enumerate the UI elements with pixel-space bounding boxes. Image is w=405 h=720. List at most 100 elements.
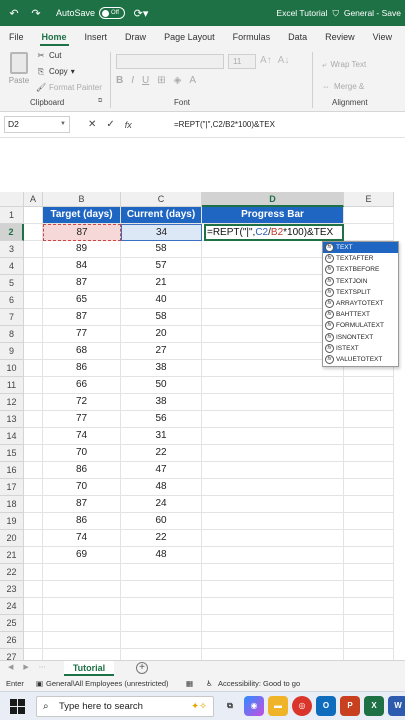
cell-b6[interactable]: 65 xyxy=(43,292,121,309)
cell-e22[interactable] xyxy=(344,564,394,581)
tab-review[interactable]: Review xyxy=(316,32,364,46)
cell-e26[interactable] xyxy=(344,632,394,649)
cell-b24[interactable] xyxy=(43,598,121,615)
row-header-9[interactable]: 9 xyxy=(0,343,24,360)
cell-b23[interactable] xyxy=(43,581,121,598)
sheet-tab-tutorial[interactable]: Tutorial xyxy=(64,661,114,676)
cell-a19[interactable] xyxy=(24,513,43,530)
row-header-20[interactable]: 20 xyxy=(0,530,24,547)
row-header-11[interactable]: 11 xyxy=(0,377,24,394)
prev-sheet-icon[interactable]: ◀ xyxy=(8,663,13,671)
autocomplete-item-bahttext[interactable]: fx BAHTTEXT xyxy=(323,309,398,320)
sensitivity-label[interactable]: General - Save xyxy=(344,8,401,18)
cell-b2[interactable]: 87 xyxy=(43,224,121,241)
cell-e12[interactable] xyxy=(344,394,394,411)
cell-a6[interactable] xyxy=(24,292,43,309)
fill-color-icon[interactable]: ◈ xyxy=(174,75,182,86)
cell-d17[interactable] xyxy=(202,479,344,496)
cell-b22[interactable] xyxy=(43,564,121,581)
cell-c7[interactable]: 58 xyxy=(121,309,202,326)
cell-a26[interactable] xyxy=(24,632,43,649)
row-header-26[interactable]: 26 xyxy=(0,632,24,649)
autocomplete-item-text[interactable]: fx TEXT xyxy=(323,242,398,254)
cell-d25[interactable] xyxy=(202,615,344,632)
cell-b14[interactable]: 74 xyxy=(43,428,121,445)
cell-d18[interactable] xyxy=(202,496,344,513)
row-header-13[interactable]: 13 xyxy=(0,411,24,428)
undo-icon[interactable]: ↶ xyxy=(6,5,22,21)
cell-a8[interactable] xyxy=(24,326,43,343)
task-view-icon[interactable]: ⧉ xyxy=(220,696,240,716)
cell-c24[interactable] xyxy=(121,598,202,615)
cell-c17[interactable]: 48 xyxy=(121,479,202,496)
tab-file[interactable]: File xyxy=(0,32,33,46)
cell-c4[interactable]: 57 xyxy=(121,258,202,275)
cell-c12[interactable]: 38 xyxy=(121,394,202,411)
cell-e14[interactable] xyxy=(344,428,394,445)
cell-d1[interactable]: Progress Bar xyxy=(202,207,344,224)
cell-a24[interactable] xyxy=(24,598,43,615)
add-sheet-button[interactable]: + xyxy=(136,662,148,674)
cell-a17[interactable] xyxy=(24,479,43,496)
autocomplete-item-valuetotext[interactable]: fx VALUETOTEXT xyxy=(323,354,398,365)
cell-d21[interactable] xyxy=(202,547,344,564)
cell-d15[interactable] xyxy=(202,445,344,462)
cell-c21[interactable]: 48 xyxy=(121,547,202,564)
cell-a23[interactable] xyxy=(24,581,43,598)
increase-font-icon[interactable]: A↑ xyxy=(260,55,272,66)
formula-input[interactable]: =REPT("|",C2/B2*100)&TEX xyxy=(174,116,275,133)
tab-page-layout[interactable]: Page Layout xyxy=(155,32,224,46)
cell-c2[interactable]: 34 xyxy=(121,224,202,241)
redo-icon[interactable]: ↷ xyxy=(28,5,44,21)
cell-a18[interactable] xyxy=(24,496,43,513)
cell-b12[interactable]: 72 xyxy=(43,394,121,411)
cell-b7[interactable]: 87 xyxy=(43,309,121,326)
row-header-23[interactable]: 23 xyxy=(0,581,24,598)
row-header-15[interactable]: 15 xyxy=(0,445,24,462)
row-header-24[interactable]: 24 xyxy=(0,598,24,615)
autocomplete-item-formulatext[interactable]: fx FORMULATEXT xyxy=(323,320,398,331)
cell-e24[interactable] xyxy=(344,598,394,615)
cell-c11[interactable]: 50 xyxy=(121,377,202,394)
cell-e17[interactable] xyxy=(344,479,394,496)
cell-e2[interactable] xyxy=(344,224,394,241)
sensitivity-status[interactable]: General\All Employees (unrestricted) xyxy=(46,679,169,688)
cell-e21[interactable] xyxy=(344,547,394,564)
cell-a10[interactable] xyxy=(24,360,43,377)
cell-a9[interactable] xyxy=(24,343,43,360)
row-header-6[interactable]: 6 xyxy=(0,292,24,309)
cell-e15[interactable] xyxy=(344,445,394,462)
row-header-17[interactable]: 17 xyxy=(0,479,24,496)
cell-e1[interactable] xyxy=(344,207,394,224)
row-header-7[interactable]: 7 xyxy=(0,309,24,326)
border-icon[interactable]: ⊞ xyxy=(157,75,165,86)
cell-a21[interactable] xyxy=(24,547,43,564)
cell-e20[interactable] xyxy=(344,530,394,547)
wrap-text-button[interactable]: ⤶ Wrap Text xyxy=(322,54,366,76)
tab-insert[interactable]: Insert xyxy=(76,32,117,46)
cell-b4[interactable]: 84 xyxy=(43,258,121,275)
cell-a14[interactable] xyxy=(24,428,43,445)
underline-icon[interactable]: U xyxy=(142,75,149,86)
cell-c20[interactable]: 22 xyxy=(121,530,202,547)
autocomplete-item-istext[interactable]: fx ISTEXT xyxy=(323,343,398,354)
cell-e25[interactable] xyxy=(344,615,394,632)
autocomplete-item-textbefore[interactable]: fx TEXTBEFORE xyxy=(323,264,398,275)
cell-b3[interactable]: 89 xyxy=(43,241,121,258)
cell-c9[interactable]: 27 xyxy=(121,343,202,360)
row-header-1[interactable]: 1 xyxy=(0,207,24,224)
font-name-select[interactable] xyxy=(116,54,224,69)
cell-c14[interactable]: 31 xyxy=(121,428,202,445)
font-size-select[interactable]: 11 xyxy=(228,54,256,69)
windows-start-icon[interactable] xyxy=(10,699,25,714)
cell-a25[interactable] xyxy=(24,615,43,632)
row-header-8[interactable]: 8 xyxy=(0,326,24,343)
cell-a7[interactable] xyxy=(24,309,43,326)
row-header-18[interactable]: 18 xyxy=(0,496,24,513)
format-painter-button[interactable]: 🖌 Format Painter xyxy=(36,80,102,96)
row-header-3[interactable]: 3 xyxy=(0,241,24,258)
cell-c23[interactable] xyxy=(121,581,202,598)
cell-c8[interactable]: 20 xyxy=(121,326,202,343)
cell-c1[interactable]: Current (days) xyxy=(121,207,202,224)
toggle-switch[interactable]: Off xyxy=(99,7,126,19)
